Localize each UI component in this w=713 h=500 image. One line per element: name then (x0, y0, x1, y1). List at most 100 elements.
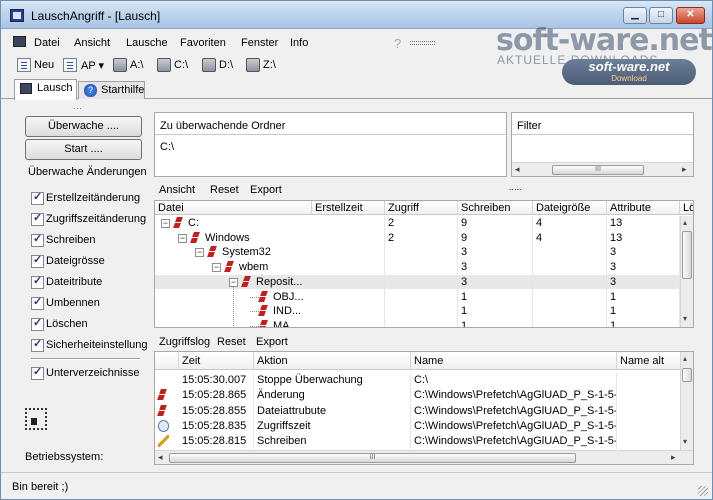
tree-row[interactable]: 2 9 4 13 − C: (155, 216, 693, 231)
access-log-grid[interactable]: Zeit Aktion Name Name alt 15:05:30.007 St… (154, 351, 694, 465)
checkbox-box[interactable] (31, 295, 44, 310)
tree-reset-link[interactable]: Reset (210, 184, 239, 196)
menu-favoriten[interactable]: Favoriten (180, 37, 226, 49)
drive-c-icon[interactable] (157, 58, 171, 72)
log-row[interactable]: 15:05:28.855 Dateiattrubute C:\Windows\Pre… (155, 403, 693, 419)
scroll-thumb[interactable]: III (552, 165, 644, 175)
maximize-button[interactable]: □ (649, 7, 673, 24)
drive-a-button[interactable]: A:\ (130, 59, 143, 71)
collapse-toggle-icon[interactable]: − (161, 219, 170, 228)
log-row[interactable]: 15:05:28.835 Zugriffszeit C:\Windows\Prefe… (155, 418, 693, 434)
log-reset-link[interactable]: Reset (217, 336, 246, 348)
help-icon[interactable]: ? (394, 36, 401, 51)
scroll-thumb[interactable]: III (169, 453, 576, 463)
drive-z-icon[interactable] (246, 58, 260, 72)
ap-button[interactable]: AP ▾ (81, 59, 104, 72)
scroll-left-arrow-icon[interactable]: ◂ (158, 452, 163, 463)
checkbox-box[interactable] (31, 337, 44, 352)
menu-ansicht[interactable]: Ansicht (74, 37, 110, 49)
tree-row[interactable]: 3 3 − wbem (155, 260, 693, 276)
checkbox-box[interactable] (31, 253, 44, 268)
log-row[interactable]: 15:05:28.865 Änderung C:\Windows\Prefetch\… (155, 388, 693, 404)
new-icon[interactable] (17, 58, 31, 72)
scroll-left-arrow-icon[interactable]: ◂ (515, 164, 520, 175)
scroll-right-arrow-icon[interactable]: ▸ (682, 164, 687, 175)
splitter-dots[interactable]: ..... (509, 182, 522, 192)
log-row[interactable]: 15:05:30.007 Stoppe Überwachung C:\ (155, 373, 693, 388)
checkbox-box[interactable] (31, 211, 44, 226)
checkbox-box[interactable] (31, 316, 44, 331)
change-marker-icon (259, 320, 269, 327)
col-erstellzeit[interactable]: Erstellzeit (312, 201, 385, 215)
scroll-down-arrow-icon[interactable]: ▾ (683, 437, 687, 446)
drive-d-icon[interactable] (202, 58, 216, 72)
scroll-down-arrow-icon[interactable]: ▾ (683, 314, 687, 323)
ap-icon[interactable] (63, 58, 77, 72)
scroll-up-arrow-icon[interactable]: ▴ (683, 354, 687, 363)
col-loeschen[interactable]: Lö (680, 201, 693, 215)
tree-ansicht-link[interactable]: Ansicht (159, 184, 195, 196)
watch-folder-list[interactable]: Zu überwachende Ordner C:\ (154, 112, 507, 177)
menu-datei[interactable]: Datei (34, 37, 60, 49)
col-zeit[interactable]: Zeit (179, 352, 254, 370)
drive-a-icon[interactable] (113, 58, 127, 72)
menu-fenster[interactable]: Fenster (241, 37, 278, 49)
minimize-button[interactable]: ▁ (623, 7, 647, 24)
checkbox-box[interactable] (31, 274, 44, 289)
tree-row[interactable]: 2 9 4 13 − Windows (155, 230, 693, 246)
scroll-thumb[interactable] (682, 368, 692, 382)
col-log-icon[interactable] (155, 352, 179, 370)
mdi-window-icon[interactable] (13, 36, 26, 47)
checkbox-box[interactable] (31, 190, 44, 205)
col-aktion[interactable]: Aktion (254, 352, 411, 370)
close-button[interactable]: ✕ (676, 7, 705, 24)
col-attribute[interactable]: Attribute (607, 201, 680, 215)
tree-row[interactable]: 1 1 IND... (155, 304, 693, 320)
menu-lausche[interactable]: Lausche (126, 37, 168, 49)
collapse-toggle-icon[interactable]: − (178, 233, 187, 243)
log-hscrollbar[interactable]: ◂ III ▸ (155, 450, 693, 464)
collapse-toggle-icon[interactable]: − (212, 263, 221, 273)
scroll-up-arrow-icon[interactable]: ▴ (683, 218, 687, 227)
col-dateigroesse[interactable]: Dateigröße (533, 201, 607, 215)
col-zugriff[interactable]: Zugriff (385, 201, 458, 215)
tree-row[interactable]: 3 3 − System32 (155, 245, 693, 261)
menu-info[interactable]: Info (290, 37, 308, 49)
tab-lausch[interactable]: Lausch (14, 79, 77, 100)
col-datei[interactable]: Datei (155, 201, 312, 215)
app-window: LauschAngriff - [Lausch] ▁ □ ✕ soft-ware… (0, 0, 713, 500)
log-export-link[interactable]: Export (256, 336, 288, 348)
toolbar-grip[interactable] (410, 41, 435, 45)
tree-row[interactable]: 3 3 − Reposit... (155, 274, 693, 290)
tree-vscrollbar[interactable]: ▴ ▾ (680, 216, 693, 327)
col-schreiben[interactable]: Schreiben (458, 201, 533, 215)
file-tree-grid[interactable]: Datei Erstellzeit Zugriff Schreiben Date… (154, 200, 694, 328)
tab-starthilfe[interactable]: ? Starthilfe (78, 81, 145, 99)
log-zugriffslog-link[interactable]: Zugriffslog (159, 336, 210, 348)
collapse-toggle-icon[interactable]: − (195, 248, 204, 258)
drive-z-button[interactable]: Z:\ (263, 59, 276, 71)
tree-row[interactable]: 1 1 OBJ... (155, 289, 693, 305)
tree-cell-attr: 1 (607, 304, 680, 320)
watch-button[interactable]: Überwache .... (25, 116, 142, 137)
log-vscrollbar[interactable]: ▴ ▾ (680, 352, 693, 450)
collapse-toggle-icon[interactable]: − (229, 277, 238, 287)
tree-export-link[interactable]: Export (250, 184, 282, 196)
tree-row[interactable]: 1 1 MA... (155, 318, 693, 327)
scroll-thumb[interactable] (682, 231, 692, 279)
checkbox-box[interactable] (31, 232, 44, 247)
new-button[interactable]: Neu (34, 59, 54, 71)
watch-folder-item[interactable]: C:\ (160, 141, 174, 153)
start-button[interactable]: Start .... (25, 139, 142, 160)
drive-d-button[interactable]: D:\ (219, 59, 233, 71)
drive-c-button[interactable]: C:\ (174, 59, 188, 71)
resize-grip-icon[interactable] (698, 486, 708, 496)
filter-hscrollbar[interactable]: ◂ III ▸ (512, 162, 693, 176)
scroll-right-arrow-icon[interactable]: ▸ (671, 452, 676, 463)
col-name[interactable]: Name (411, 352, 617, 370)
splitter-dots[interactable]: ... (73, 102, 83, 111)
filter-list[interactable]: Filter ◂ III ▸ (511, 112, 694, 177)
log-row[interactable]: 15:05:28.815 Schreiben C:\Windows\Prefetch… (155, 434, 693, 450)
col-name-alt[interactable]: Name alt (617, 352, 683, 370)
checkbox-box[interactable] (31, 365, 44, 380)
